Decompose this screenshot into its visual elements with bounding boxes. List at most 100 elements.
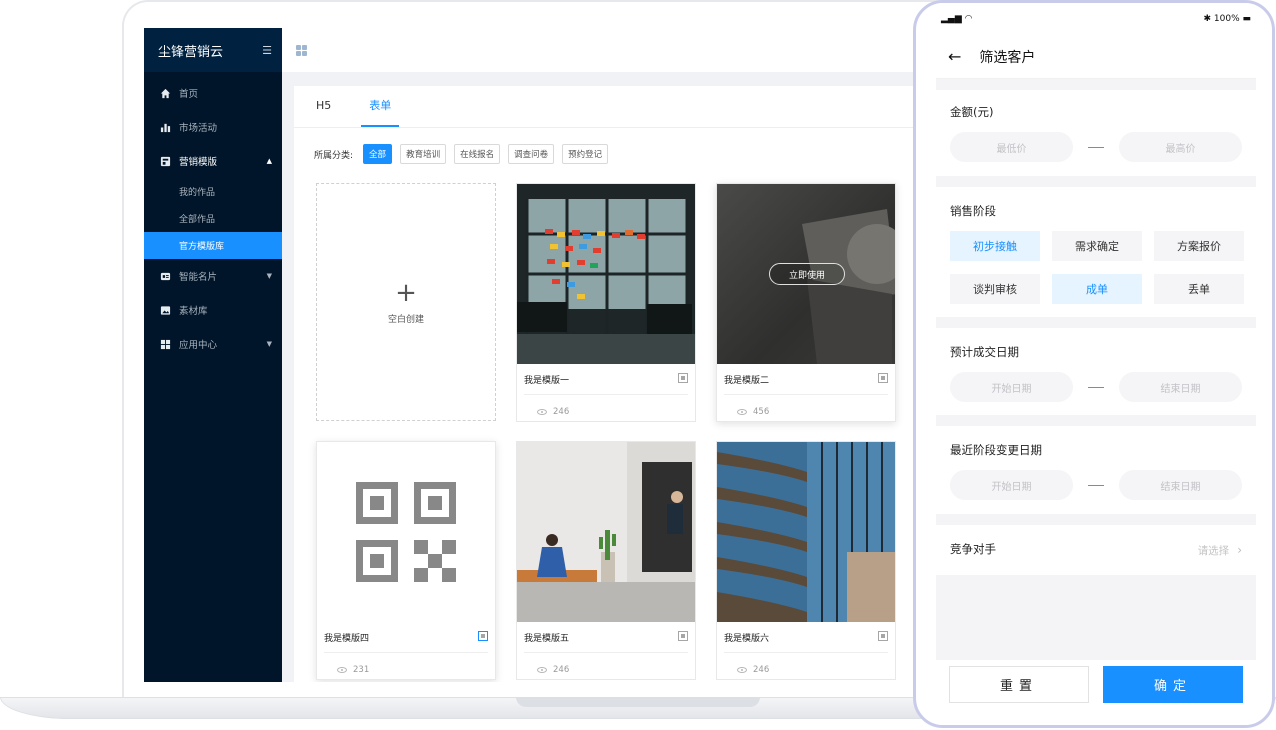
template-thumbnail	[317, 442, 495, 622]
sidebar-item-home[interactable]: 首页	[144, 76, 282, 110]
template-thumbnail	[517, 184, 695, 364]
sidebar: 尘锋营销云 ☰ 首页 市场活动 营销模版 ▲ 我的作品 全部作品 官方模版库 智…	[144, 28, 282, 682]
back-arrow-icon[interactable]: ←	[948, 47, 961, 66]
view-count: 231	[353, 665, 370, 675]
chip-online-signup[interactable]: 在线报名	[454, 144, 501, 164]
qr-code-icon[interactable]	[478, 631, 488, 641]
sidebar-item-material-library[interactable]: 素材库	[144, 293, 282, 327]
apps-grid-icon[interactable]	[296, 44, 307, 56]
chip-survey[interactable]: 调查问卷	[508, 144, 555, 164]
sidebar-item-label: 营销模版	[179, 157, 218, 168]
section-divider	[936, 514, 1256, 525]
amount-range: 最低价 最高价	[936, 132, 1256, 162]
filter-label: 所属分类:	[314, 150, 354, 161]
min-price-input[interactable]: 最低价	[950, 132, 1073, 162]
view-count: 246	[553, 665, 570, 675]
stage-proposal-quote[interactable]: 方案报价	[1154, 231, 1244, 261]
blank-create-card[interactable]: + 空白创建	[316, 183, 496, 421]
template-card[interactable]: 立即使用 我是模版二 456	[716, 183, 896, 422]
laptop-notch	[516, 697, 760, 707]
sidebar-item-marketing-templates[interactable]: 营销模版 ▲	[144, 144, 282, 178]
filter-customers-screen: ▂▄▆ ◠ ✱ 100% ▬ ← 筛选客户 金额(元) 最低价 最高价 销售阶段…	[936, 3, 1256, 725]
template-card[interactable]: 我是模版六 246	[716, 441, 896, 680]
template-thumbnail: 立即使用	[717, 184, 895, 364]
view-count: 246	[553, 407, 570, 417]
template-card[interactable]: 我是模版五 246	[516, 441, 696, 680]
category-filter: 所属分类: 全部 教育培训 在线报名 调查问卷 预约登记	[314, 144, 616, 164]
qr-code-icon[interactable]	[878, 631, 888, 641]
tab-form[interactable]: 表单	[361, 86, 400, 127]
template-title-row: 我是模版一	[517, 364, 695, 390]
deal-start-date-input[interactable]: 开始日期	[950, 372, 1073, 402]
template-title: 我是模版一	[524, 376, 570, 386]
sidebar-subitem-my-works[interactable]: 我的作品	[144, 178, 282, 205]
reset-button[interactable]: 重置	[949, 666, 1089, 703]
sidebar-item-label: 首页	[179, 89, 199, 100]
chip-appointment[interactable]: 预约登记	[562, 144, 609, 164]
deal-end-date-input[interactable]: 结束日期	[1119, 372, 1242, 402]
caret-down-icon: ▼	[266, 272, 272, 280]
section-divider	[936, 415, 1256, 426]
battery-level: 100%	[1213, 14, 1240, 24]
stage-needs-confirmed[interactable]: 需求确定	[1052, 231, 1142, 261]
stage-change-start-date-input[interactable]: 开始日期	[950, 470, 1073, 500]
range-dash	[1088, 484, 1104, 486]
sidebar-item-label: 智能名片	[179, 272, 218, 283]
page-title: 筛选客户	[979, 49, 1036, 66]
collapse-menu-icon[interactable]: ☰	[262, 44, 272, 57]
large-qr-icon	[356, 482, 456, 582]
sidebar-item-marketing-activity[interactable]: 市场活动	[144, 110, 282, 144]
signal-wifi-icon: ▂▄▆ ◠	[941, 14, 973, 24]
template-title: 我是模版二	[724, 376, 770, 386]
card-icon	[159, 270, 171, 282]
brand-bar: 尘锋营销云 ☰	[144, 28, 282, 72]
stage-initial-contact[interactable]: 初步接触	[950, 231, 1040, 261]
blank-create-label: 空白创建	[387, 314, 424, 325]
stage-negotiation-review[interactable]: 谈判审核	[950, 274, 1040, 304]
view-count: 456	[753, 407, 770, 417]
stage-won[interactable]: 成单	[1052, 274, 1142, 304]
sidebar-subitem-all-works[interactable]: 全部作品	[144, 205, 282, 232]
sidebar-subitem-official-templates[interactable]: 官方模版库	[144, 232, 282, 259]
sidebar-item-smart-card[interactable]: 智能名片 ▼	[144, 259, 282, 293]
template-card[interactable]: 我是模版四 231	[316, 441, 496, 680]
template-card[interactable]: 我是模版一 246	[516, 183, 696, 422]
template-meta: 246	[524, 652, 688, 679]
template-thumbnail	[717, 442, 895, 622]
template-meta: 456	[724, 394, 888, 421]
qr-code-icon[interactable]	[678, 631, 688, 641]
stage-change-end-date-input[interactable]: 结束日期	[1119, 470, 1242, 500]
eye-icon	[337, 667, 347, 673]
bar-chart-icon	[159, 121, 171, 133]
chip-education[interactable]: 教育培训	[400, 144, 447, 164]
template-title: 我是模版四	[324, 634, 370, 644]
section-divider	[936, 317, 1256, 328]
phone-nav-bar: ← 筛选客户	[936, 35, 1256, 79]
competitor-placeholder: 请选择	[1197, 545, 1230, 557]
max-price-input[interactable]: 最高价	[1119, 132, 1242, 162]
chip-all[interactable]: 全部	[363, 144, 393, 164]
stage-lost[interactable]: 丢单	[1154, 274, 1244, 304]
battery-status: ✱ 100% ▬	[1203, 14, 1251, 24]
phone-frame: ▂▄▆ ◠ ✱ 100% ▬ ← 筛选客户 金额(元) 最低价 最高价 销售阶段…	[913, 0, 1275, 728]
template-thumbnail	[517, 442, 695, 622]
template-icon	[159, 155, 171, 167]
template-meta: 231	[324, 652, 488, 679]
qr-code-icon[interactable]	[878, 373, 888, 383]
phone-footer: 重置 确定	[936, 660, 1256, 725]
sidebar-item-label: 素材库	[179, 306, 208, 317]
sidebar-item-app-center[interactable]: 应用中心 ▼	[144, 327, 282, 361]
use-now-button[interactable]: 立即使用	[769, 263, 845, 285]
stage-change-date-title: 最近阶段变更日期	[950, 443, 1042, 457]
sidebar-item-label: 应用中心	[179, 340, 218, 351]
tab-h5[interactable]: H5	[314, 86, 347, 127]
eye-icon	[537, 667, 547, 673]
confirm-button[interactable]: 确定	[1103, 666, 1243, 703]
template-title-row: 我是模版五	[517, 622, 695, 648]
competitor-title: 竞争对手	[950, 541, 996, 556]
competitor-row[interactable]: 竞争对手 请选择 ›	[936, 539, 1256, 558]
qr-code-icon[interactable]	[678, 373, 688, 383]
template-title-row: 我是模版六	[717, 622, 895, 648]
eye-icon	[537, 409, 547, 415]
brand-name: 尘锋营销云	[158, 44, 224, 60]
